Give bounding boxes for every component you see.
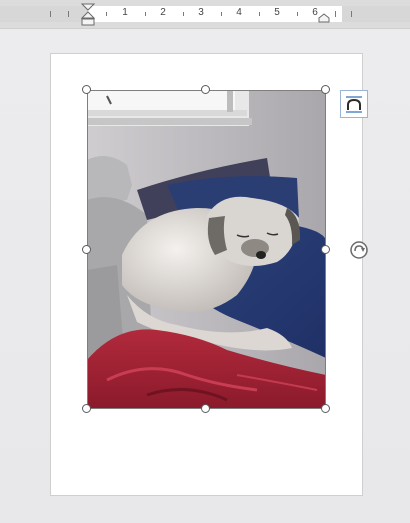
ruler-tick <box>68 11 69 17</box>
ruler-number: 5 <box>274 7 280 18</box>
right-indent-marker-icon[interactable] <box>318 13 330 23</box>
ruler-tick <box>335 11 336 17</box>
dog-photo[interactable] <box>87 90 326 409</box>
layout-options-button[interactable] <box>340 90 368 118</box>
ruler-tick <box>297 12 298 16</box>
ruler-number: 3 <box>198 7 204 18</box>
resize-handle-right[interactable] <box>321 245 330 254</box>
resize-handle-bottom-left[interactable] <box>82 404 91 413</box>
ruler-number: 2 <box>160 7 166 18</box>
ruler-tick <box>259 12 260 16</box>
ruler-tick <box>145 12 146 16</box>
ruler-tick <box>351 11 352 17</box>
horizontal-ruler[interactable]: 1 2 3 4 5 6 <box>0 0 410 29</box>
resize-handle-top[interactable] <box>201 85 210 94</box>
resize-handle-left[interactable] <box>82 245 91 254</box>
resize-handle-bottom-right[interactable] <box>321 404 330 413</box>
selected-picture[interactable] <box>82 85 330 413</box>
ruler-right-margin <box>342 6 410 22</box>
ruler-number: 1 <box>122 7 128 18</box>
rotate-handle-icon[interactable] <box>348 239 370 261</box>
resize-handle-top-right[interactable] <box>321 85 330 94</box>
indent-marker-icon[interactable] <box>80 3 96 27</box>
layout-options-icon <box>346 96 362 113</box>
ruler-tick <box>221 12 222 16</box>
ruler-number: 4 <box>236 7 242 18</box>
ruler-tick <box>183 12 184 16</box>
ruler-tick <box>106 12 107 16</box>
ruler-number: 6 <box>312 7 318 18</box>
ruler-left-margin <box>0 6 88 22</box>
resize-handle-bottom[interactable] <box>201 404 210 413</box>
resize-handle-top-left[interactable] <box>82 85 91 94</box>
ruler-tick <box>50 11 51 17</box>
